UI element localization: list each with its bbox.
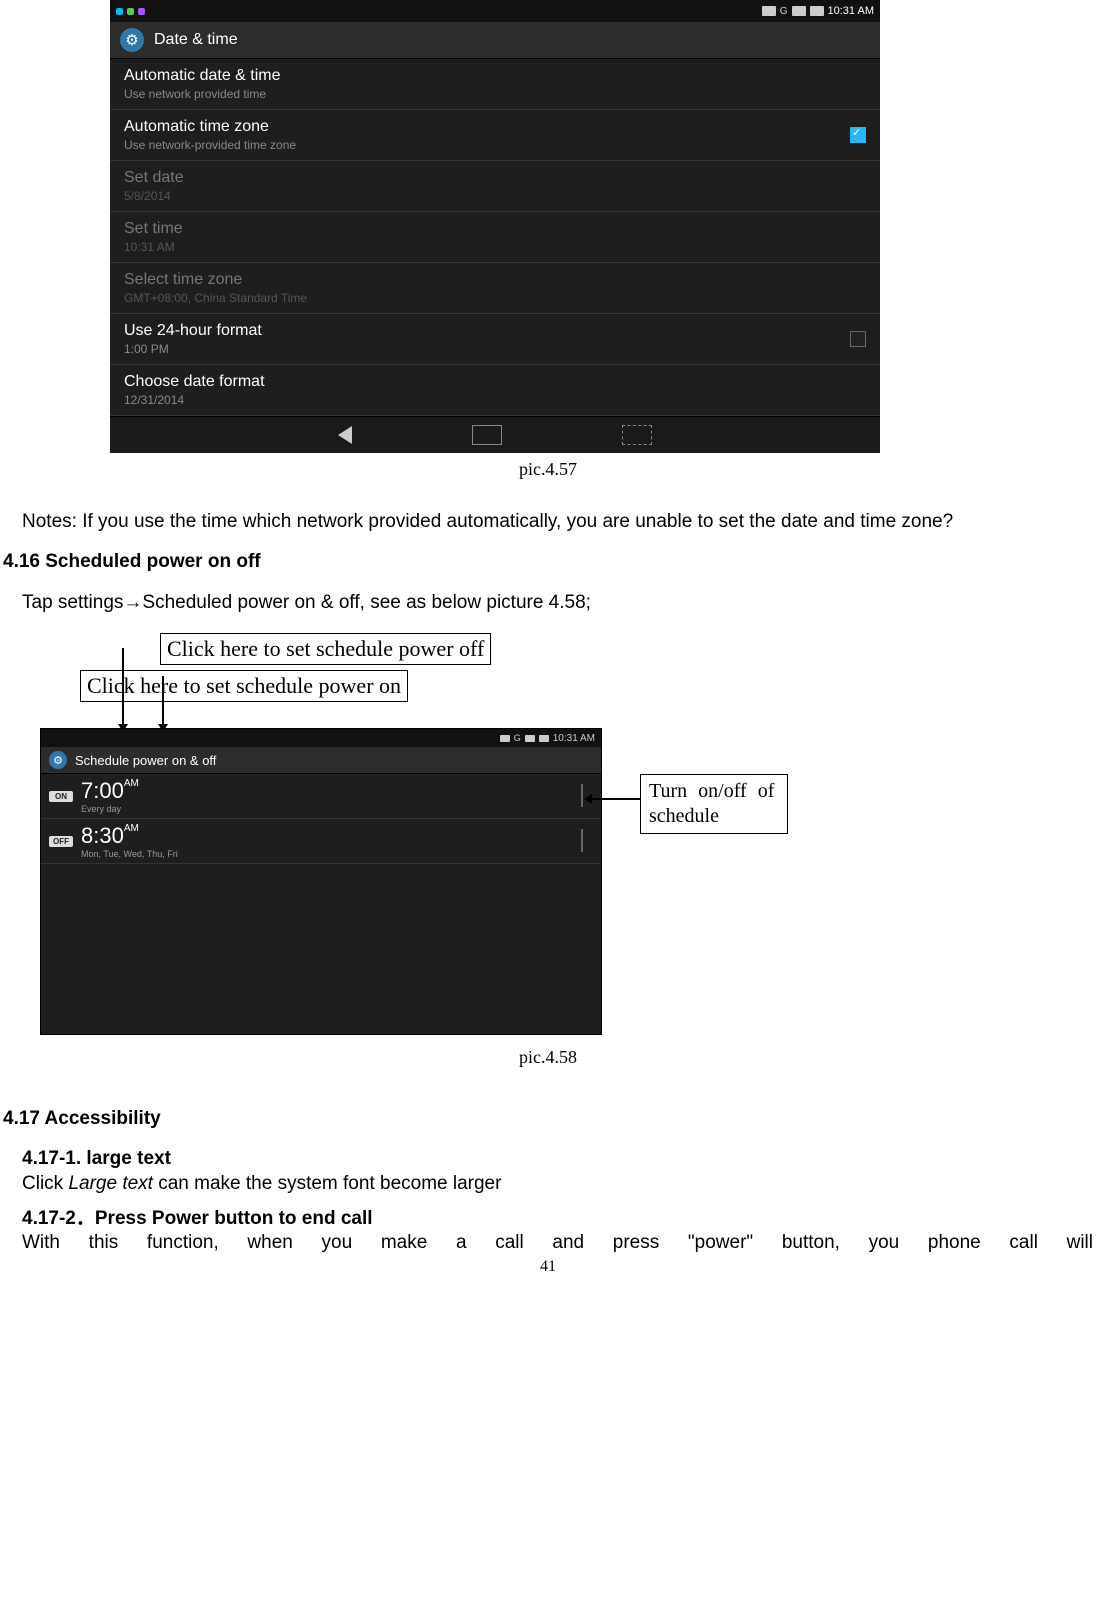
title-bar: ⚙ Schedule power on & off (41, 747, 601, 774)
status-dot-green (127, 8, 134, 15)
annotation-power-off: Click here to set schedule power off (160, 633, 491, 665)
row-set-date: Set date 5/8/2014 (110, 161, 880, 212)
clock-label: 10:31 AM (828, 5, 874, 17)
status-bar: G 10:31 AM (110, 0, 880, 22)
arrow-down-icon (162, 676, 164, 726)
ampm-off: AM (124, 823, 139, 834)
checkbox-24h[interactable] (850, 331, 866, 347)
row-sub: Use network provided time (124, 87, 281, 101)
settings-gear-icon[interactable]: ⚙ (49, 751, 67, 769)
row-label: Automatic time zone (124, 118, 296, 136)
notes-paragraph: Notes: If you use the time which network… (0, 510, 1096, 535)
row-label: Select time zone (124, 271, 307, 289)
status-dot-purple (138, 8, 145, 15)
signal-label: G (514, 733, 521, 743)
wifi-icon (762, 6, 776, 16)
badge-off: OFF (49, 836, 73, 847)
row-label: Choose date format (124, 373, 265, 391)
checkbox-schedule-off[interactable] (581, 829, 583, 852)
row-sub: GMT+08:00, China Standard Time (124, 291, 307, 305)
schedule-off-row[interactable]: OFF 8:30AM Mon, Tue, Wed, Thu, Fri (41, 819, 601, 864)
caption-458: pic.4.58 (0, 1047, 1096, 1068)
status-dot-blue (116, 8, 123, 15)
figure-458-container: Click here to set schedule power off Cli… (40, 633, 920, 1035)
para-416: Tap settings→Scheduled power on & off, s… (0, 591, 1096, 616)
heading-4171: 4.17-1. large text (22, 1148, 1096, 1170)
para-4172: With this function, when you make a call… (0, 1232, 1096, 1254)
annotation-power-on: Click here to set schedule power on (80, 670, 408, 702)
arrow-down-icon (122, 648, 124, 726)
row-sub: 10:31 AM (124, 240, 183, 254)
home-icon[interactable] (472, 425, 502, 445)
row-sub: Use network-provided time zone (124, 138, 296, 152)
para-4171: Click Large text can make the system fon… (0, 1172, 1096, 1197)
caption-457: pic.4.57 (0, 459, 1096, 480)
heading-4172: 4.17-2．Press Power button to end call (22, 1203, 1096, 1230)
checkbox-auto-tz[interactable] (850, 127, 866, 143)
signal-icon (525, 735, 535, 742)
battery-icon (539, 735, 549, 742)
text-span: can make the system font become larger (153, 1173, 502, 1194)
heading-417: 4.17 Accessibility (0, 1108, 1096, 1130)
signal-label: G (780, 6, 788, 17)
status-left (116, 8, 145, 15)
clock-label: 10:31 AM (553, 733, 595, 744)
ampm-on: AM (124, 778, 139, 789)
back-icon[interactable] (338, 426, 352, 444)
checkbox-schedule-on[interactable] (581, 784, 583, 807)
status-right: G 10:31 AM (762, 5, 874, 17)
text-span: Click (22, 1173, 68, 1194)
row-label: Set time (124, 220, 183, 238)
row-sub: 12/31/2014 (124, 393, 265, 407)
row-auto-date-time[interactable]: Automatic date & time Use network provid… (110, 59, 880, 110)
screenshot-date-time: G 10:31 AM ⚙ Date & time Automatic date … (110, 0, 880, 453)
page-title: Schedule power on & off (75, 753, 216, 768)
row-label: Automatic date & time (124, 67, 281, 85)
android-nav-bar (110, 416, 880, 453)
battery-icon (810, 6, 824, 16)
row-24h-format[interactable]: Use 24-hour format 1:00 PM (110, 314, 880, 365)
status-bar: G 10:31 AM (41, 729, 601, 747)
row-label: Set date (124, 169, 184, 187)
annotation-turn-onoff: Turn on/off of schedule (640, 774, 788, 834)
repeat-off: Mon, Tue, Wed, Thu, Fri (81, 849, 178, 859)
row-sub: 5/8/2014 (124, 189, 184, 203)
row-select-tz: Select time zone GMT+08:00, China Standa… (110, 263, 880, 314)
wifi-icon (500, 735, 510, 742)
badge-on: ON (49, 791, 73, 802)
row-date-format[interactable]: Choose date format 12/31/2014 (110, 365, 880, 416)
page-title: Date & time (154, 31, 238, 49)
recent-apps-icon[interactable] (622, 425, 652, 445)
row-sub: 1:00 PM (124, 342, 262, 356)
time-on: 7:00 (81, 778, 124, 803)
signal-icon (792, 6, 806, 16)
repeat-on: Every day (81, 804, 139, 814)
settings-gear-icon[interactable]: ⚙ (120, 28, 144, 52)
row-label: Use 24-hour format (124, 322, 262, 340)
time-off: 8:30 (81, 823, 124, 848)
large-text-italic: Large text (68, 1173, 153, 1194)
row-set-time: Set time 10:31 AM (110, 212, 880, 263)
row-auto-time-zone[interactable]: Automatic time zone Use network-provided… (110, 110, 880, 161)
blank-area (41, 864, 601, 1034)
page-number: 41 (0, 1258, 1096, 1276)
heading-416: 4.16 Scheduled power on off (0, 551, 1096, 573)
arrow-left-icon (590, 798, 640, 800)
schedule-on-row[interactable]: ON 7:00AM Every day (41, 774, 601, 819)
title-bar: ⚙ Date & time (110, 22, 880, 59)
screenshot-schedule-power: G 10:31 AM ⚙ Schedule power on & off ON … (40, 728, 602, 1035)
